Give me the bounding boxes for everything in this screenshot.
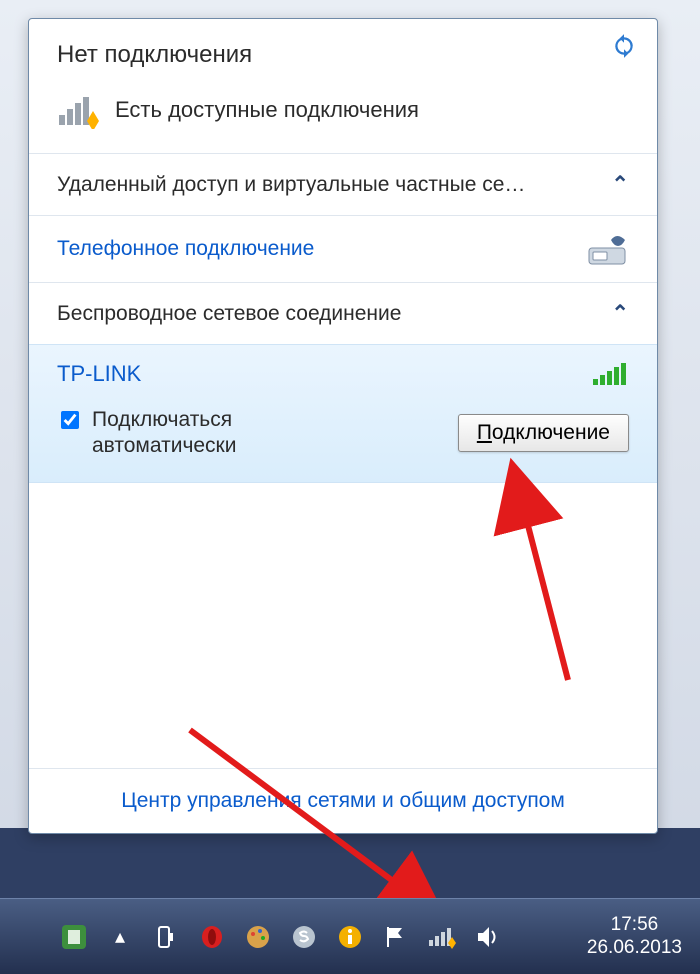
panel-filler: [29, 483, 657, 769]
auto-connect-input[interactable]: [61, 411, 79, 429]
wifi-ssid: TP-LINK: [57, 361, 141, 387]
power-icon[interactable]: [152, 923, 180, 951]
available-connections-row: Есть доступные подключения: [29, 77, 657, 153]
signal-strength-icon: [593, 361, 629, 387]
auto-connect-label: Подключаться автоматически: [92, 407, 352, 460]
network-tray-icon[interactable]: [428, 923, 456, 951]
auto-connect-checkbox[interactable]: Подключаться автоматически: [57, 407, 352, 460]
system-tray: ▴: [60, 923, 502, 951]
available-connections-label: Есть доступные подключения: [115, 97, 419, 123]
signal-alert-icon: [57, 91, 101, 129]
chevron-up-icon: ⌃: [611, 301, 629, 326]
connect-button-accel: П: [477, 421, 492, 444]
dialup-item[interactable]: Телефонное подключение: [29, 216, 657, 282]
connect-button-rest: одключение: [492, 421, 610, 444]
tray-app-icon[interactable]: [60, 923, 88, 951]
network-flyout: Нет подключения Есть доступные подключен…: [28, 18, 658, 834]
taskbar-clock[interactable]: 17:56 26.06.2013: [587, 914, 682, 960]
dialup-label: Телефонное подключение: [57, 237, 314, 261]
opera-icon[interactable]: [198, 923, 226, 951]
chevron-up-icon: ⌃: [611, 172, 629, 197]
palette-icon[interactable]: [244, 923, 272, 951]
wifi-section-label: Беспроводное сетевое соединение: [57, 302, 401, 326]
taskbar: ▴: [0, 898, 700, 974]
vpn-section-label: Удаленный доступ и виртуальные частные с…: [57, 173, 525, 197]
panel-header: Нет подключения: [29, 19, 657, 77]
network-center-link[interactable]: Центр управления сетями и общим доступом: [121, 789, 565, 812]
connect-button[interactable]: Подключение: [458, 414, 629, 452]
vpn-section-header[interactable]: Удаленный доступ и виртуальные частные с…: [29, 154, 657, 215]
clock-date: 26.06.2013: [587, 937, 682, 960]
wifi-network-item[interactable]: TP-LINK Подключаться автоматически Подкл…: [29, 344, 657, 483]
wifi-section-header[interactable]: Беспроводное сетевое соединение ⌃: [29, 283, 657, 344]
panel-footer: Центр управления сетями и общим доступом: [29, 768, 657, 833]
skype-icon[interactable]: [290, 923, 318, 951]
volume-icon[interactable]: [474, 923, 502, 951]
phone-modem-icon: [587, 230, 629, 268]
clock-time: 17:56: [587, 914, 682, 937]
info-icon[interactable]: [336, 923, 364, 951]
flag-icon[interactable]: [382, 923, 410, 951]
panel-title: Нет подключения: [57, 41, 629, 69]
tray-chevron-up-icon[interactable]: ▴: [106, 923, 134, 951]
refresh-icon[interactable]: [611, 33, 637, 59]
